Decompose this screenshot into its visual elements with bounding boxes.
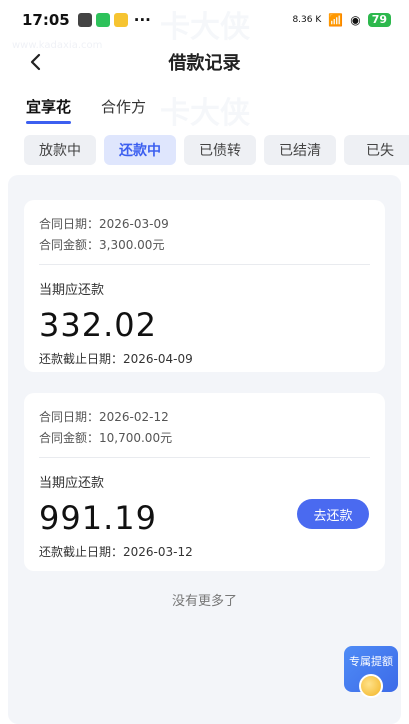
loan-card[interactable]: 合同日期：2026-02-12 合同金额：10,700.00元 当期应还款 99… — [24, 393, 385, 571]
no-more-text: 没有更多了 — [171, 594, 237, 609]
wechat-icon — [95, 13, 110, 27]
status-time: 17:05 — [22, 11, 70, 29]
contract-amount: 合同金额：10,700.00元 — [39, 431, 173, 445]
navigation-bar: 借款记录 — [0, 40, 409, 84]
filter-settled[interactable]: 已结清 — [264, 135, 336, 165]
page-title: 借款记录 — [168, 53, 241, 74]
signal-icon: 📶 — [328, 13, 344, 27]
tab-yixianghua[interactable]: 宜享花 — [26, 96, 72, 124]
status-bar: 17:05 ··· 8.36 K 📶 ◉ 79 — [0, 0, 409, 40]
filter-lending[interactable]: 放款中 — [24, 135, 96, 165]
filter-transferred[interactable]: 已债转 — [184, 135, 256, 165]
status-filter-chips: 放款中 还款中 已债转 已结清 已失 — [24, 135, 409, 165]
due-label: 当期应还款 — [39, 283, 105, 298]
status-indicators: 8.36 K 📶 ◉ 79 — [292, 13, 391, 27]
source-tabs: 宜享花 合作方 — [26, 96, 146, 124]
filter-repaying[interactable]: 还款中 — [104, 135, 176, 165]
tab-partner[interactable]: 合作方 — [101, 96, 146, 117]
filter-expired[interactable]: 已失 — [344, 135, 409, 165]
more-notifications-icon: ··· — [133, 11, 151, 29]
divider — [39, 457, 370, 458]
contract-amount: 合同金额：3,300.00元 — [39, 238, 165, 252]
divider — [39, 264, 370, 265]
due-date: 还款截止日期：2026-04-09 — [39, 352, 193, 366]
due-amount: 332.02 — [39, 306, 157, 344]
notification-app-icon — [113, 13, 128, 27]
due-label: 当期应还款 — [39, 476, 105, 491]
credit-boost-badge[interactable]: 专属提额 — [344, 646, 398, 702]
loan-card[interactable]: 合同日期：2026-03-09 合同金额：3,300.00元 当期应还款 332… — [24, 200, 385, 372]
coin-icon — [359, 674, 383, 698]
watermark-brand: 卡大侠 — [160, 96, 250, 131]
contract-date: 合同日期：2026-03-09 — [39, 217, 169, 231]
back-arrow-icon[interactable] — [26, 52, 46, 72]
repay-button[interactable]: 去还款 — [297, 499, 369, 529]
network-speed: 8.36 K — [292, 15, 322, 25]
due-date: 还款截止日期：2026-03-12 — [39, 545, 193, 559]
notification-app-icon — [77, 13, 92, 27]
contract-date: 合同日期：2026-02-12 — [39, 410, 169, 424]
battery-level: 79 — [367, 13, 391, 27]
wifi-icon: ◉ — [350, 13, 361, 27]
